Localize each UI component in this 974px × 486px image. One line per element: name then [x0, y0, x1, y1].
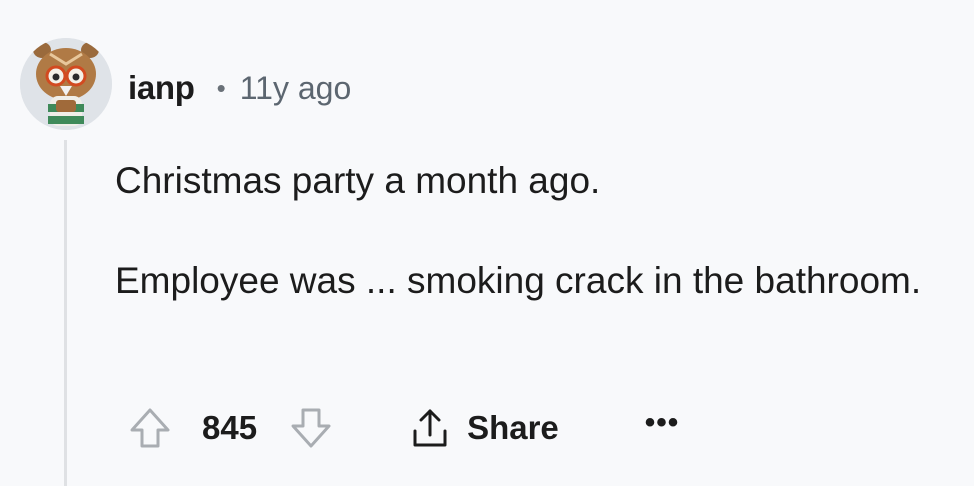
- more-options-button[interactable]: •••: [645, 408, 680, 448]
- vote-score: 845: [202, 409, 258, 446]
- upvote-button[interactable]: [126, 404, 174, 452]
- owl-avatar-icon: [20, 38, 112, 130]
- share-button[interactable]: Share: [407, 405, 559, 451]
- comment-paragraph: Christmas party a month ago.: [115, 160, 601, 201]
- thread-line[interactable]: [64, 140, 67, 486]
- share-label: Share: [467, 409, 559, 446]
- comment-actions: 845 Share •••: [126, 402, 679, 454]
- comment-body: Christmas party a month ago. Employee wa…: [115, 150, 935, 312]
- comment-timestamp[interactable]: 11y ago: [240, 70, 352, 107]
- arrow-down-icon: [291, 408, 331, 448]
- comment: ianp • 11y ago Christmas party a month a…: [0, 0, 974, 486]
- avatar[interactable]: [20, 38, 112, 130]
- meta-separator: •: [216, 72, 226, 103]
- arrow-up-icon: [130, 408, 170, 448]
- comment-header: ianp • 11y ago: [128, 64, 351, 112]
- share-icon: [413, 409, 447, 447]
- author-username[interactable]: ianp: [128, 69, 195, 107]
- comment-paragraph: Employee was ... smoking crack in the ba…: [115, 260, 922, 301]
- downvote-button[interactable]: [287, 404, 335, 452]
